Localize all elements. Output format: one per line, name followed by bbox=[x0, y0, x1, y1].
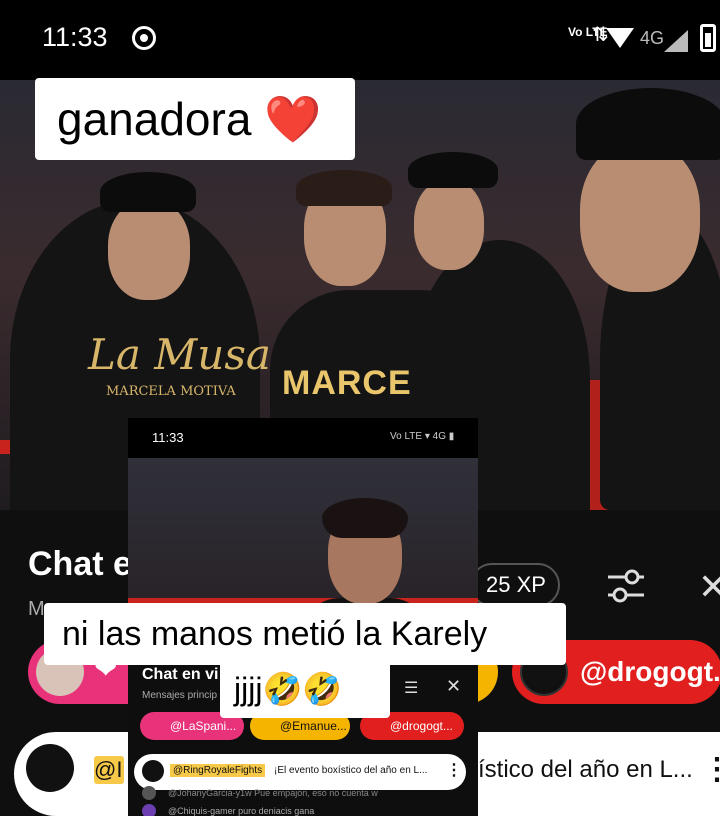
cap-left bbox=[100, 172, 196, 212]
face-left bbox=[108, 200, 190, 300]
cap-right bbox=[576, 88, 720, 160]
status-time: 11:33 bbox=[42, 22, 108, 52]
chat-title: Chat e bbox=[28, 545, 132, 583]
mini-pinned-text: ¡El evento boxístico del año en L... bbox=[274, 765, 428, 776]
mini-chat-title: Chat en vi bbox=[142, 666, 219, 683]
xp-badge[interactable]: 25 XP bbox=[470, 563, 560, 607]
close-icon[interactable]: ✕ bbox=[698, 566, 720, 608]
heart-emoji: ❤️ bbox=[264, 93, 322, 145]
pinned-text: ístico del año en L... bbox=[478, 756, 693, 783]
mini-time: 11:33 bbox=[152, 430, 184, 445]
mini-hair bbox=[322, 498, 408, 538]
face-back bbox=[414, 180, 484, 270]
pinned-handle: @I bbox=[94, 756, 124, 784]
shirt-name: MARCELA MOTIVA bbox=[106, 384, 236, 399]
screen-record-icon bbox=[132, 26, 156, 50]
signal-icon bbox=[664, 30, 688, 52]
ring-royale-logo bbox=[26, 744, 74, 792]
face-right bbox=[580, 142, 700, 292]
network-type: 4G bbox=[640, 28, 665, 48]
mini-more-options-icon[interactable]: ⋮ bbox=[446, 760, 462, 780]
chat-message: @Chiquis-gamer puro deniacis gana bbox=[168, 806, 315, 816]
chat-message: @JohanyGarcia-y1w Pue empajon, eso no cu… bbox=[168, 788, 378, 798]
mini-chat-subtitle: Mensajes princip bbox=[142, 690, 218, 701]
wifi-icon bbox=[606, 28, 634, 48]
avatar bbox=[142, 804, 156, 816]
battery-icon bbox=[700, 24, 716, 52]
hair-center bbox=[296, 170, 392, 206]
mini-ring-royale-logo bbox=[142, 760, 164, 782]
chat-subtitle: M bbox=[28, 598, 45, 620]
caption-laugh: jjjj🤣🤣 bbox=[220, 660, 390, 718]
mini-status-icons: Vo LTE ▾ 4G ▮ bbox=[390, 431, 455, 442]
caption-ganadora: ganadora ❤️ bbox=[35, 78, 355, 160]
more-options-icon[interactable]: ⋮ bbox=[702, 752, 720, 787]
mini-pinned-handle: @RingRoyaleFights bbox=[170, 764, 266, 777]
mini-close-icon[interactable]: ✕ bbox=[446, 676, 461, 697]
shirt-brand: La Musa bbox=[88, 330, 271, 379]
tune-icon[interactable] bbox=[606, 568, 646, 604]
mini-tune-icon[interactable]: ☰ bbox=[404, 678, 418, 698]
cap-back bbox=[408, 152, 498, 188]
avatar bbox=[142, 786, 156, 800]
caption-middle: ni las manos metió la Karely bbox=[44, 603, 566, 665]
